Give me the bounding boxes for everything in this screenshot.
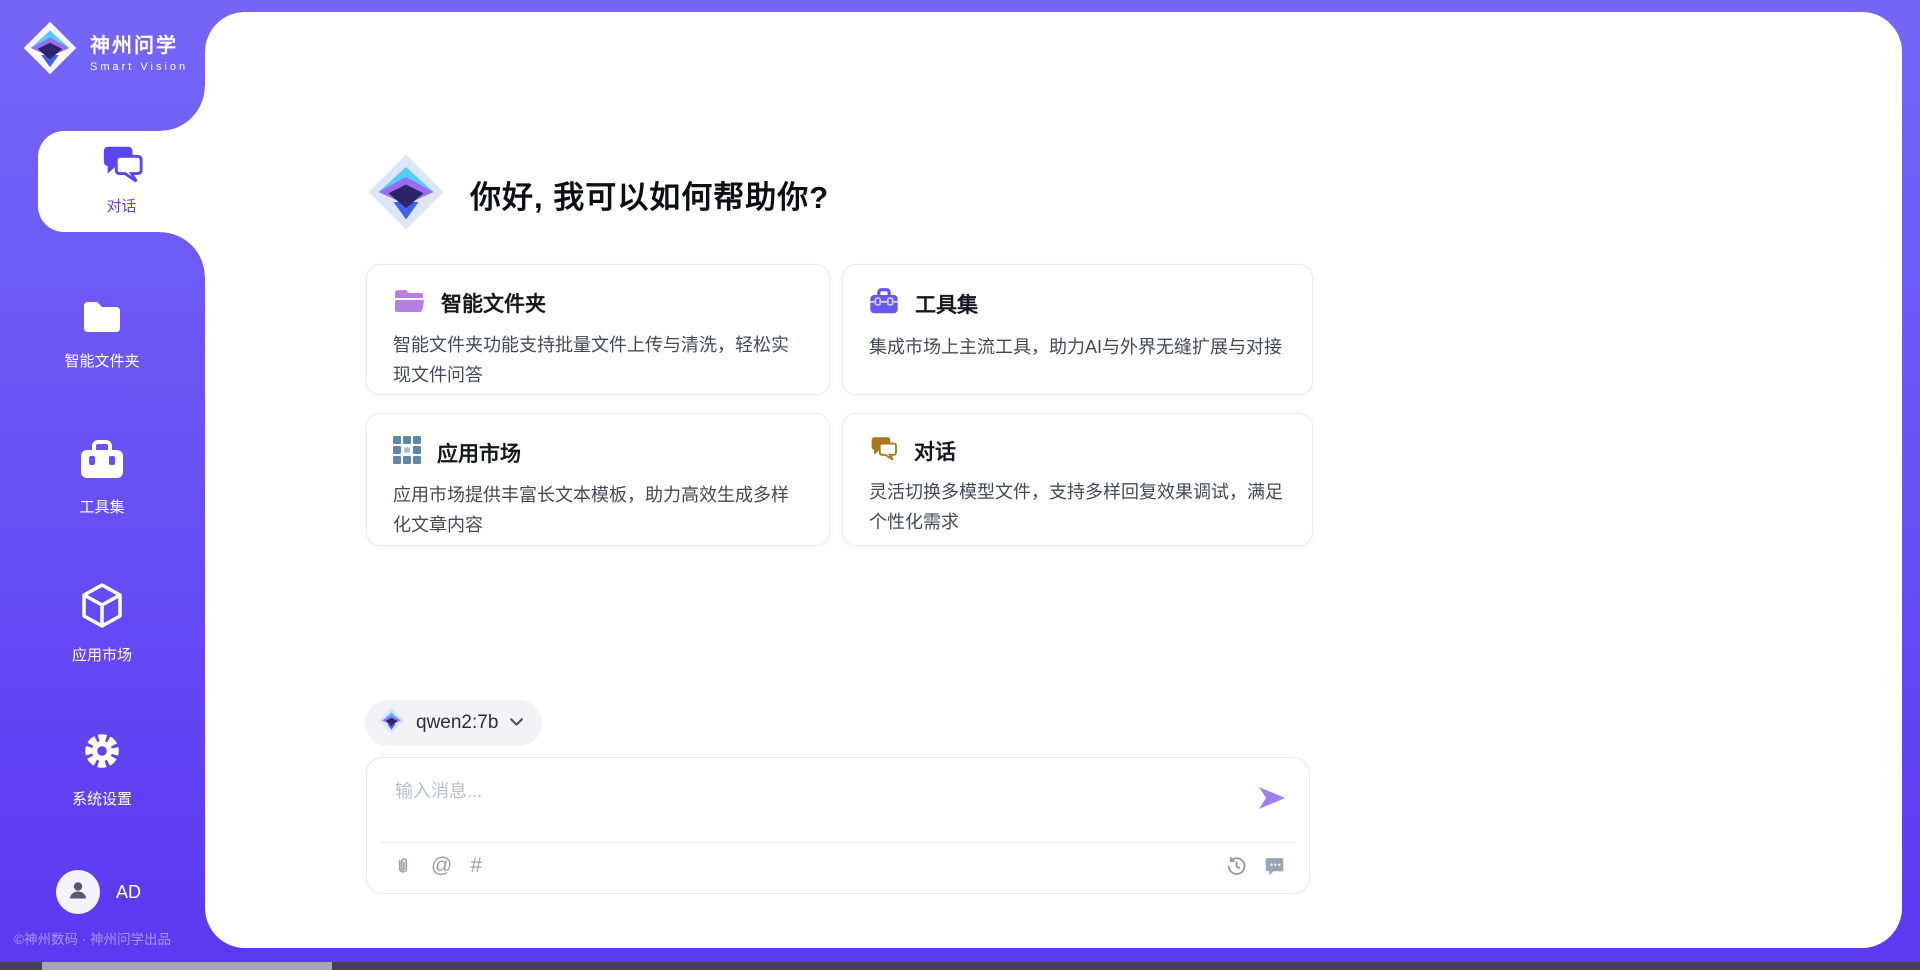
scrollbar-thumb[interactable]	[42, 962, 332, 970]
attachment-icon[interactable]	[393, 854, 413, 878]
tab-fillet-bottom	[160, 232, 205, 277]
sidebar-item-settings[interactable]: 系统设置	[24, 728, 180, 809]
card-description: 应用市场提供丰富长文本模板，助力高效生成多样化文章内容	[393, 480, 803, 540]
sidebar-item-label: 对话	[38, 195, 205, 216]
card-title: 对话	[914, 436, 956, 466]
card-title: 工具集	[915, 289, 978, 319]
composer-divider	[381, 842, 1295, 843]
toolbox-icon	[869, 287, 899, 321]
card-description: 灵活切换多模型文件，支持多样回复效果调试，满足个性化需求	[869, 477, 1286, 537]
sidebar-item-label: 工具集	[24, 496, 180, 517]
topic-icon[interactable]: #	[470, 854, 482, 878]
sidebar-item-smart-folder[interactable]: 智能文件夹	[24, 298, 180, 371]
feature-card-chat[interactable]: 对话 灵活切换多模型文件，支持多样回复效果调试，满足个性化需求	[842, 413, 1313, 546]
toolbox-icon	[79, 469, 125, 486]
copyright-footer: ©神州数码 · 神州问学出品	[14, 928, 171, 948]
model-diamond-icon	[378, 707, 405, 739]
cube-icon	[80, 617, 124, 634]
feature-card-toolbox[interactable]: 工具集 集成市场上主流工具，助力AI与外界无缝扩展与对接	[842, 264, 1313, 395]
app-window: 神州问学 Smart Vision 对话 智能文件夹	[0, 0, 1920, 970]
assistant-diamond-icon	[366, 152, 446, 237]
mention-icon[interactable]: @	[431, 854, 452, 878]
brand-logo: 神州问学 Smart Vision	[22, 20, 188, 81]
brand-subtitle: Smart Vision	[90, 61, 188, 73]
sidebar-item-label: 系统设置	[24, 788, 180, 809]
card-title: 智能文件夹	[441, 288, 546, 318]
folder-icon	[80, 323, 124, 340]
sidebar-item-label: 应用市场	[24, 644, 180, 665]
model-name: qwen2:7b	[416, 712, 498, 734]
feature-card-app-market[interactable]: 应用市场 应用市场提供丰富长文本模板，助力高效生成多样化文章内容	[366, 413, 830, 546]
feature-card-smart-folder[interactable]: 智能文件夹 智能文件夹功能支持批量文件上传与清洗，轻松实现文件问答	[366, 264, 830, 395]
chevron-down-icon	[509, 714, 524, 732]
brand-diamond-icon	[22, 20, 78, 81]
horizontal-scrollbar	[0, 962, 1920, 970]
sidebar-item-label: 智能文件夹	[24, 350, 180, 371]
message-input[interactable]	[393, 775, 1237, 837]
tab-fillet-top	[160, 86, 205, 131]
card-description: 集成市场上主流工具，助力AI与外界无缝扩展与对接	[869, 332, 1286, 362]
folder-open-icon	[393, 287, 425, 319]
card-description: 智能文件夹功能支持批量文件上传与清洗，轻松实现文件问答	[393, 330, 803, 390]
grid-icon	[393, 436, 421, 469]
chat-icon	[100, 171, 144, 188]
avatar	[56, 870, 100, 914]
user-name: AD	[116, 882, 141, 903]
model-selector[interactable]: qwen2:7b	[365, 700, 542, 746]
sidebar-item-app-market[interactable]: 应用市场	[24, 582, 180, 665]
card-title: 应用市场	[437, 438, 521, 468]
history-icon[interactable]	[1226, 855, 1247, 877]
sidebar-item-toolbox[interactable]: 工具集	[24, 438, 180, 517]
person-icon	[66, 878, 90, 907]
greeting-block: 你好, 我可以如何帮助你?	[366, 152, 829, 237]
greeting-title: 你好, 我可以如何帮助你?	[470, 172, 829, 217]
quick-phrases-icon[interactable]	[1264, 855, 1285, 877]
chat-bubbles-icon	[869, 436, 898, 466]
user-account[interactable]: AD	[56, 870, 141, 914]
send-icon[interactable]	[1257, 784, 1287, 812]
message-composer: @ #	[366, 757, 1310, 894]
gear-icon	[79, 761, 125, 778]
sidebar-item-chat[interactable]: 对话	[38, 131, 205, 232]
brand-name: 神州问学	[90, 35, 178, 57]
